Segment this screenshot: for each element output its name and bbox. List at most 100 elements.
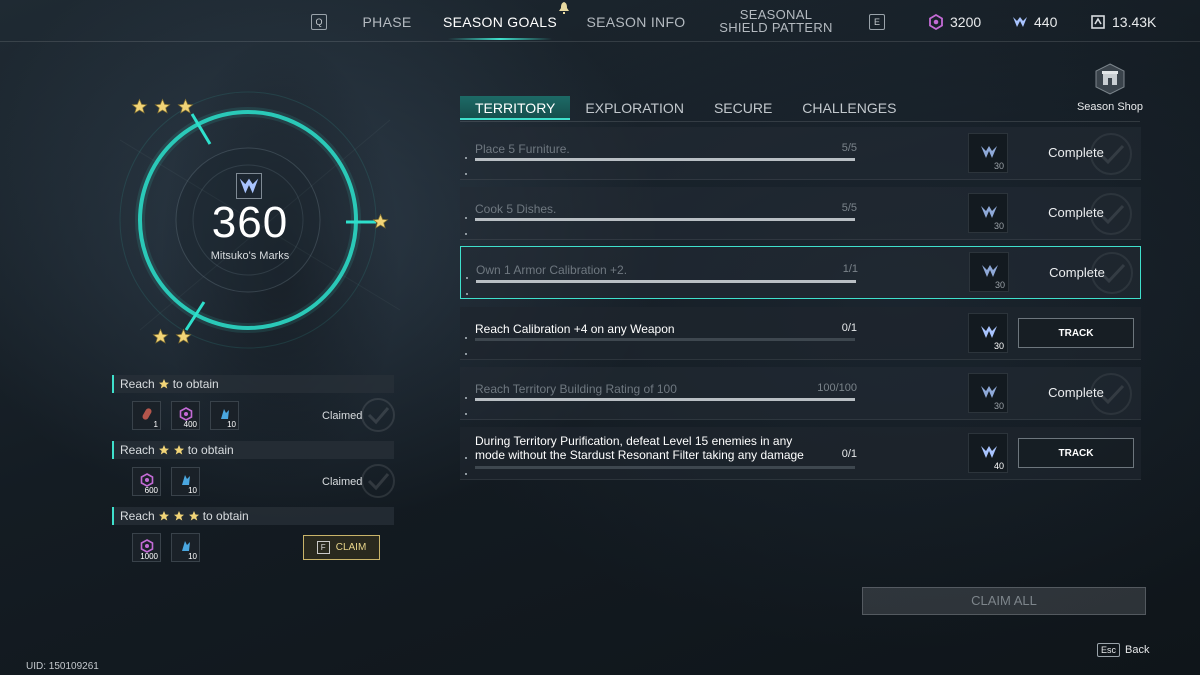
goal-status: Complete bbox=[1048, 205, 1104, 220]
milestone-star-icon bbox=[152, 328, 169, 345]
goal-progress-bar bbox=[475, 398, 855, 401]
reward-item[interactable]: 10 bbox=[171, 467, 200, 496]
goal-status: Complete bbox=[1048, 145, 1104, 160]
tabs-divider bbox=[460, 121, 1140, 122]
goal-progress: 1/1 bbox=[842, 263, 858, 275]
row-dot bbox=[465, 173, 467, 175]
track-button[interactable]: TRACK bbox=[1018, 318, 1134, 348]
esc-key-hint: Esc bbox=[1097, 643, 1121, 657]
claim-button[interactable]: F CLAIM bbox=[303, 535, 380, 560]
user-id: UID: 150109261 bbox=[26, 661, 99, 672]
milestone-prefix: Reach bbox=[120, 443, 155, 457]
tab-exploration[interactable]: EXPLORATION bbox=[570, 96, 699, 120]
milestone-prefix: Reach bbox=[120, 509, 155, 523]
goal-row[interactable]: Reach Territory Building Rating of 100 1… bbox=[460, 367, 1141, 420]
reward-qty: 40 bbox=[993, 461, 1004, 471]
tab-seasonal-shield-pattern[interactable]: SEASONAL SHIELD PATTERN bbox=[712, 8, 840, 34]
claimed-status: Claimed bbox=[322, 476, 363, 488]
claim-all-button[interactable]: CLAIM ALL bbox=[862, 587, 1146, 615]
back-label: Back bbox=[1125, 644, 1150, 656]
row-dot bbox=[465, 337, 467, 339]
tab-challenges[interactable]: CHALLENGES bbox=[787, 96, 911, 120]
next-tab-key-hint: E bbox=[869, 14, 885, 30]
star-icon bbox=[188, 507, 200, 525]
reward-qty: 10 bbox=[188, 486, 197, 495]
goal-description: Place 5 Furniture. bbox=[475, 142, 570, 156]
milestone-header: Reach to obtain bbox=[112, 375, 394, 393]
goal-reward[interactable]: 40 bbox=[968, 433, 1008, 473]
goal-status: Complete bbox=[1049, 265, 1105, 280]
row-dot bbox=[465, 233, 467, 235]
tab-territory[interactable]: TERRITORY bbox=[460, 96, 571, 120]
marks-emblem-icon bbox=[236, 173, 262, 199]
goal-progress: 5/5 bbox=[841, 142, 857, 154]
claimed-status: Claimed bbox=[322, 410, 363, 422]
goal-reward[interactable]: 30 bbox=[968, 133, 1008, 173]
claimed-check-icon bbox=[361, 464, 395, 498]
token-currency-icon bbox=[1091, 15, 1105, 29]
row-dot bbox=[465, 217, 467, 219]
back-button[interactable]: Esc Back bbox=[1097, 643, 1149, 657]
purple-hex-currency-icon bbox=[140, 473, 154, 487]
star-icon bbox=[173, 507, 185, 525]
goal-progress-bar bbox=[476, 280, 856, 283]
reward-qty: 30 bbox=[994, 280, 1005, 290]
reward-qty: 30 bbox=[993, 401, 1004, 411]
reward-qty: 30 bbox=[993, 221, 1004, 231]
milestone-reward-1: Reach to obtain 1 400 10 Claimed bbox=[112, 375, 395, 437]
goal-reward[interactable]: 30 bbox=[969, 252, 1009, 292]
blue-crystal-icon bbox=[182, 541, 190, 551]
milestone-prefix: Reach bbox=[120, 377, 155, 391]
tab-phase[interactable]: PHASE bbox=[357, 14, 417, 30]
goal-row[interactable]: During Territory Purification, defeat Le… bbox=[460, 427, 1141, 480]
currency-purple: 3200 bbox=[928, 14, 981, 30]
reward-item[interactable]: 10 bbox=[210, 401, 239, 430]
reward-qty: 400 bbox=[183, 420, 197, 429]
reward-item[interactable]: 400 bbox=[171, 401, 200, 430]
currency-marks: 440 bbox=[1012, 14, 1057, 30]
reward-item[interactable]: 10 bbox=[171, 533, 200, 562]
goal-row[interactable]: Place 5 Furniture. 5/5 30 Complete bbox=[460, 127, 1141, 180]
reward-qty: 1 bbox=[153, 420, 158, 429]
goal-row[interactable]: Reach Calibration +4 on any Weapon 0/1 3… bbox=[460, 307, 1141, 360]
goal-reward[interactable]: 30 bbox=[968, 193, 1008, 233]
top-navigation-bar: Q PHASE SEASON GOALS SEASON INFO SEASONA… bbox=[0, 0, 1200, 42]
tab-season-info[interactable]: SEASON INFO bbox=[584, 14, 688, 30]
goal-reward[interactable]: 30 bbox=[968, 373, 1008, 413]
claimed-check-icon bbox=[361, 398, 395, 432]
red-capsule-icon bbox=[142, 408, 152, 420]
goal-row[interactable]: Cook 5 Dishes. 5/5 30 Complete bbox=[460, 187, 1141, 240]
tab-secure[interactable]: SECURE bbox=[699, 96, 787, 120]
milestone-reward-2: Reach to obtain 600 10 Claimed bbox=[112, 441, 395, 503]
reward-item[interactable]: 1000 bbox=[132, 533, 161, 562]
marks-currency-icon bbox=[981, 446, 997, 458]
currency-marks-value: 440 bbox=[1034, 14, 1058, 30]
milestone-header: Reach to obtain bbox=[112, 441, 394, 459]
row-dot bbox=[465, 157, 467, 159]
goal-description: Own 1 Armor Calibration +2. bbox=[476, 263, 628, 277]
reward-item[interactable]: 1 bbox=[132, 401, 161, 430]
star-icon bbox=[158, 375, 170, 393]
goal-progress: 5/5 bbox=[841, 202, 857, 214]
purple-hex-currency-icon bbox=[929, 14, 943, 30]
purple-hex-currency-icon bbox=[179, 407, 193, 421]
marks-currency-icon bbox=[1013, 17, 1027, 27]
milestone-star-icon bbox=[131, 98, 148, 115]
reward-item[interactable]: 600 bbox=[132, 467, 161, 496]
goal-description: Cook 5 Dishes. bbox=[475, 202, 557, 216]
marks-value: 360 bbox=[211, 198, 289, 247]
track-button[interactable]: TRACK bbox=[1018, 438, 1134, 468]
milestone-suffix: to obtain bbox=[202, 509, 249, 523]
milestone-header: Reach to obtain bbox=[112, 507, 394, 525]
currency-token: 13.43K bbox=[1090, 14, 1156, 30]
tab-season-goals[interactable]: SEASON GOALS bbox=[442, 14, 558, 30]
milestone-star-icon bbox=[177, 98, 194, 115]
goal-progress: 0/1 bbox=[841, 448, 857, 460]
milestone-suffix: to obtain bbox=[172, 377, 219, 391]
milestone-suffix: to obtain bbox=[187, 443, 234, 457]
goal-reward[interactable]: 30 bbox=[968, 313, 1008, 353]
season-shop-button[interactable]: Season Shop bbox=[1072, 63, 1148, 113]
goal-progress-bar bbox=[475, 466, 855, 469]
star-icon bbox=[173, 441, 185, 459]
goal-row-selected[interactable]: Own 1 Armor Calibration +2. 1/1 30 Compl… bbox=[460, 246, 1141, 299]
